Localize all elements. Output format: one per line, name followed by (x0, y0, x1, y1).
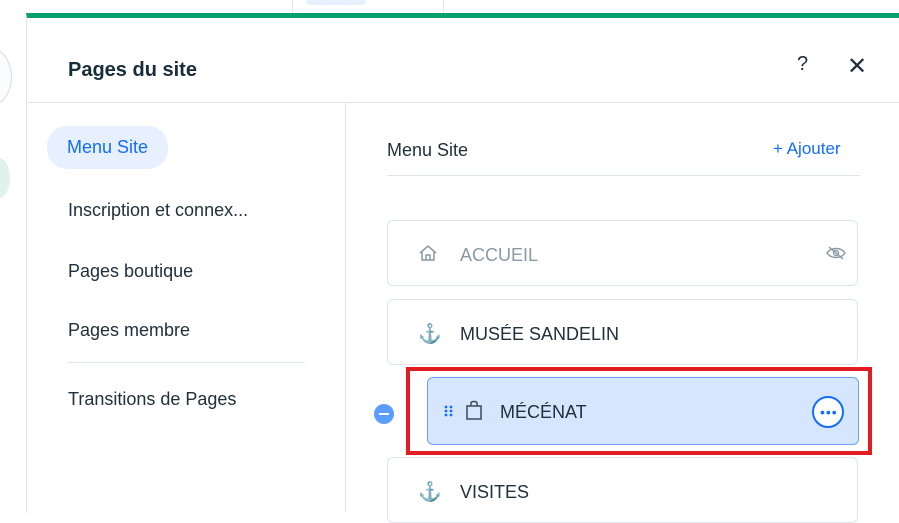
main-divider (387, 175, 860, 176)
collapse-subpages-button[interactable] (374, 404, 394, 424)
sidebar-item-member-pages[interactable]: Pages membre (68, 320, 190, 341)
page-row-accueil[interactable]: ACCUEIL (387, 220, 858, 286)
page-row-musee-sandelin[interactable]: ⚓ MUSÉE SANDELIN (387, 299, 858, 365)
close-button[interactable]: ✕ (847, 52, 867, 81)
sidebar-item-page-transitions[interactable]: Transitions de Pages (68, 389, 236, 410)
sidebar-divider (68, 362, 305, 363)
sidebar: Menu Site Inscription et connex... Pages… (27, 103, 346, 513)
home-icon (418, 243, 438, 269)
sidebar-item-signup-login[interactable]: Inscription et connex... (68, 200, 248, 221)
background-canvas-element (0, 48, 12, 106)
help-button[interactable]: ? (797, 53, 808, 76)
sidebar-item-menu-site[interactable]: Menu Site (47, 126, 169, 169)
panel-title: Pages du site (68, 59, 197, 81)
panel-header: Pages du site ? ✕ (27, 18, 899, 103)
menu-title: Menu Site (387, 140, 469, 160)
sidebar-item-shop-pages[interactable]: Pages boutique (68, 261, 193, 282)
anchor-icon: ⚓ (418, 482, 442, 503)
background-tab-indicator (306, 0, 366, 5)
page-label: VISITES (460, 482, 530, 502)
red-highlight-box (406, 367, 872, 455)
page-label: MUSÉE SANDELIN (460, 324, 620, 344)
pages-main: Menu Site + Ajouter ACCUEIL ⚓ MUSÉE SAND… (346, 103, 899, 523)
anchor-icon: ⚓ (418, 324, 442, 345)
site-pages-panel: Pages du site ? ✕ Menu Site Inscription … (26, 13, 899, 523)
page-label: ACCUEIL (460, 245, 539, 265)
hidden-eye-icon (826, 246, 846, 260)
background-canvas-element-2 (0, 158, 10, 198)
page-row-visites[interactable]: ⚓ VISITES (387, 457, 858, 523)
add-page-button[interactable]: + Ajouter (773, 139, 841, 159)
